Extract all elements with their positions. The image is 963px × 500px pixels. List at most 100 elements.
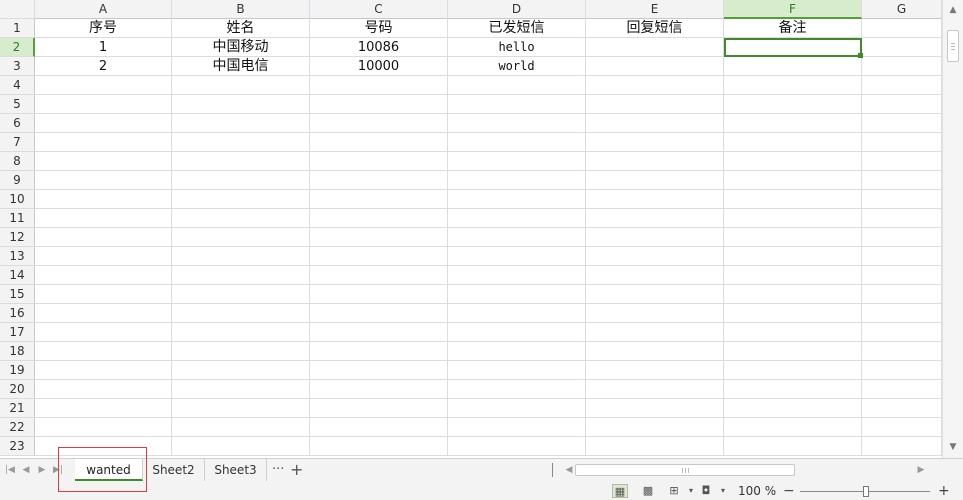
cell-a3[interactable]: 2	[35, 57, 172, 76]
cell-a17[interactable]	[35, 323, 172, 342]
cell-f22[interactable]	[724, 418, 862, 437]
cell-b3[interactable]: 中国电信	[172, 57, 310, 76]
cell-d18[interactable]	[448, 342, 586, 361]
cell-f21[interactable]	[724, 399, 862, 418]
cell-c5[interactable]	[310, 95, 448, 114]
cell-e20[interactable]	[586, 380, 724, 399]
cell-c9[interactable]	[310, 171, 448, 190]
cell-a14[interactable]	[35, 266, 172, 285]
prev-sheet-icon[interactable]: ◀	[20, 464, 32, 476]
row-header-12[interactable]: 12	[0, 228, 35, 247]
row-header-17[interactable]: 17	[0, 323, 35, 342]
row-header-7[interactable]: 7	[0, 133, 35, 152]
cell-d3[interactable]: world	[448, 57, 586, 76]
cell-a19[interactable]	[35, 361, 172, 380]
scroll-right-icon[interactable]: ▶	[915, 464, 927, 476]
cell-f5[interactable]	[724, 95, 862, 114]
cell-g8[interactable]	[862, 152, 942, 171]
cell-f20[interactable]	[724, 380, 862, 399]
next-sheet-icon[interactable]: ▶	[36, 464, 48, 476]
cell-f1[interactable]: 备注	[724, 19, 862, 38]
cell-e5[interactable]	[586, 95, 724, 114]
cell-e23[interactable]	[586, 437, 724, 456]
horizontal-scrollbar[interactable]	[575, 463, 915, 477]
cell-g10[interactable]	[862, 190, 942, 209]
cell-d15[interactable]	[448, 285, 586, 304]
normal-view-icon[interactable]: ▦	[612, 484, 628, 498]
cell-e22[interactable]	[586, 418, 724, 437]
cell-e19[interactable]	[586, 361, 724, 380]
cell-g21[interactable]	[862, 399, 942, 418]
cell-d13[interactable]	[448, 247, 586, 266]
cell-e11[interactable]	[586, 209, 724, 228]
cell-e10[interactable]	[586, 190, 724, 209]
cell-a5[interactable]	[35, 95, 172, 114]
cell-b16[interactable]	[172, 304, 310, 323]
scroll-up-icon[interactable]: ▲	[946, 3, 960, 17]
cell-e13[interactable]	[586, 247, 724, 266]
cell-e6[interactable]	[586, 114, 724, 133]
cell-g1[interactable]	[862, 19, 942, 38]
tab-splitter[interactable]	[552, 463, 553, 477]
cell-a8[interactable]	[35, 152, 172, 171]
column-header-b[interactable]: B	[172, 0, 310, 19]
cell-e16[interactable]	[586, 304, 724, 323]
cell-b1[interactable]: 姓名	[172, 19, 310, 38]
cell-c22[interactable]	[310, 418, 448, 437]
cell-e2[interactable]	[586, 38, 724, 57]
zoom-out-icon[interactable]: −	[783, 482, 795, 500]
cell-c10[interactable]	[310, 190, 448, 209]
cell-e21[interactable]	[586, 399, 724, 418]
cell-a13[interactable]	[35, 247, 172, 266]
reading-mode-dropdown-icon[interactable]: ▾	[683, 484, 699, 498]
row-header-20[interactable]: 20	[0, 380, 35, 399]
cell-c21[interactable]	[310, 399, 448, 418]
row-header-15[interactable]: 15	[0, 285, 35, 304]
cell-f11[interactable]	[724, 209, 862, 228]
sheet-tab-sheet2[interactable]: Sheet2	[143, 459, 205, 481]
column-header-d[interactable]: D	[448, 0, 586, 19]
cell-g2[interactable]	[862, 38, 942, 57]
column-header-e[interactable]: E	[586, 0, 724, 19]
row-header-11[interactable]: 11	[0, 209, 35, 228]
cell-b20[interactable]	[172, 380, 310, 399]
cell-d16[interactable]	[448, 304, 586, 323]
row-header-2[interactable]: 2	[0, 38, 35, 57]
row-header-10[interactable]: 10	[0, 190, 35, 209]
cell-e7[interactable]	[586, 133, 724, 152]
column-header-g[interactable]: G	[862, 0, 942, 19]
cell-d17[interactable]	[448, 323, 586, 342]
vertical-scroll-thumb[interactable]	[947, 30, 959, 62]
cell-d8[interactable]	[448, 152, 586, 171]
cell-c11[interactable]	[310, 209, 448, 228]
cell-a6[interactable]	[35, 114, 172, 133]
cell-b14[interactable]	[172, 266, 310, 285]
cell-f10[interactable]	[724, 190, 862, 209]
cell-a16[interactable]	[35, 304, 172, 323]
cell-e3[interactable]	[586, 57, 724, 76]
cell-d21[interactable]	[448, 399, 586, 418]
cell-c17[interactable]	[310, 323, 448, 342]
cell-b4[interactable]	[172, 76, 310, 95]
cell-g20[interactable]	[862, 380, 942, 399]
cell-g4[interactable]	[862, 76, 942, 95]
cell-a7[interactable]	[35, 133, 172, 152]
cell-f2[interactable]	[724, 38, 862, 57]
cell-a2[interactable]: 1	[35, 38, 172, 57]
cell-g7[interactable]	[862, 133, 942, 152]
cell-f18[interactable]	[724, 342, 862, 361]
row-header-6[interactable]: 6	[0, 114, 35, 133]
cell-e8[interactable]	[586, 152, 724, 171]
cell-c16[interactable]	[310, 304, 448, 323]
cell-c7[interactable]	[310, 133, 448, 152]
page-break-view-icon[interactable]: ▩	[640, 484, 656, 498]
cell-f14[interactable]	[724, 266, 862, 285]
row-header-18[interactable]: 18	[0, 342, 35, 361]
cell-d14[interactable]	[448, 266, 586, 285]
cell-d12[interactable]	[448, 228, 586, 247]
row-header-22[interactable]: 22	[0, 418, 35, 437]
cell-a22[interactable]	[35, 418, 172, 437]
cell-g6[interactable]	[862, 114, 942, 133]
first-sheet-icon[interactable]: |◀	[4, 464, 16, 476]
cell-d5[interactable]	[448, 95, 586, 114]
